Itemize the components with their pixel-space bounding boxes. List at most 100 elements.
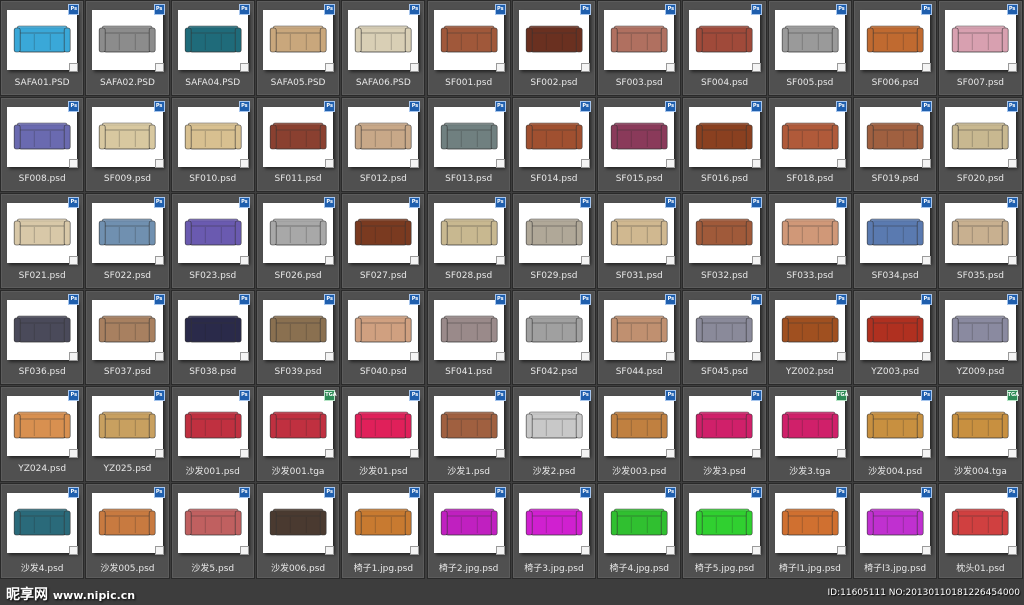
select-checkbox[interactable]: [495, 62, 505, 72]
file-thumbnail[interactable]: Ps SF039.psd: [255, 289, 341, 386]
select-checkbox[interactable]: [922, 159, 932, 169]
select-checkbox[interactable]: [922, 62, 932, 72]
file-thumbnail[interactable]: Ps 椅子4.jpg.psd: [597, 483, 682, 579]
file-thumbnail[interactable]: Ps YZ024.psd: [0, 386, 85, 482]
select-checkbox[interactable]: [751, 255, 761, 265]
file-thumbnail[interactable]: Ps YZ003.psd: [853, 289, 938, 386]
file-thumbnail[interactable]: Ps 沙发004.psd: [853, 386, 938, 482]
select-checkbox[interactable]: [69, 448, 79, 458]
select-checkbox[interactable]: [239, 62, 249, 72]
file-thumbnail[interactable]: Ps 沙发006.psd: [255, 483, 341, 579]
file-thumbnail[interactable]: Ps SF036.psd: [0, 289, 85, 386]
select-checkbox[interactable]: [581, 255, 591, 265]
select-checkbox[interactable]: [239, 255, 249, 265]
file-thumbnail[interactable]: Ps SF007.psd: [938, 0, 1023, 96]
file-thumbnail[interactable]: Ps SF040.psd: [341, 289, 426, 386]
select-checkbox[interactable]: [325, 159, 335, 169]
file-thumbnail[interactable]: Ps SF019.psd: [853, 96, 938, 193]
file-thumbnail[interactable]: Ps SF031.psd: [597, 193, 682, 289]
select-checkbox[interactable]: [1007, 255, 1017, 265]
select-checkbox[interactable]: [495, 545, 505, 555]
file-thumbnail[interactable]: Ps SF028.psd: [426, 193, 511, 289]
file-thumbnail[interactable]: TGA 沙发3.tga: [767, 386, 852, 482]
select-checkbox[interactable]: [922, 545, 932, 555]
select-checkbox[interactable]: [69, 62, 79, 72]
select-checkbox[interactable]: [581, 352, 591, 362]
select-checkbox[interactable]: [836, 255, 846, 265]
file-thumbnail[interactable]: Ps SF021.psd: [0, 193, 85, 289]
file-thumbnail[interactable]: Ps 沙发2.psd: [511, 386, 597, 482]
file-thumbnail[interactable]: Ps SF027.psd: [341, 193, 426, 289]
select-checkbox[interactable]: [581, 545, 591, 555]
file-thumbnail[interactable]: Ps 沙发1.psd: [426, 386, 511, 482]
select-checkbox[interactable]: [325, 62, 335, 72]
select-checkbox[interactable]: [325, 448, 335, 458]
select-checkbox[interactable]: [495, 255, 505, 265]
file-thumbnail[interactable]: Ps SF012.psd: [341, 96, 426, 193]
file-thumbnail[interactable]: Ps SF023.psd: [170, 193, 255, 289]
select-checkbox[interactable]: [1007, 62, 1017, 72]
file-thumbnail[interactable]: Ps 椅子5.jpg.psd: [682, 483, 767, 579]
select-checkbox[interactable]: [239, 352, 249, 362]
select-checkbox[interactable]: [666, 255, 676, 265]
file-thumbnail[interactable]: Ps SF041.psd: [426, 289, 511, 386]
file-thumbnail[interactable]: Ps SF033.psd: [767, 193, 852, 289]
select-checkbox[interactable]: [751, 545, 761, 555]
file-thumbnail[interactable]: Ps 椅子l1.jpg.psd: [767, 483, 852, 579]
select-checkbox[interactable]: [751, 352, 761, 362]
select-checkbox[interactable]: [666, 62, 676, 72]
file-thumbnail[interactable]: Ps 沙发4.psd: [0, 483, 85, 579]
file-thumbnail[interactable]: Ps SF045.psd: [682, 289, 767, 386]
file-thumbnail[interactable]: Ps SF022.psd: [85, 193, 170, 289]
file-thumbnail[interactable]: Ps SF037.psd: [85, 289, 170, 386]
select-checkbox[interactable]: [325, 352, 335, 362]
select-checkbox[interactable]: [495, 448, 505, 458]
file-thumbnail[interactable]: Ps SF009.psd: [85, 96, 170, 193]
select-checkbox[interactable]: [239, 448, 249, 458]
select-checkbox[interactable]: [325, 545, 335, 555]
file-thumbnail[interactable]: TGA 沙发004.tga: [938, 386, 1023, 482]
file-thumbnail[interactable]: Ps SF002.psd: [511, 0, 597, 96]
file-thumbnail[interactable]: Ps SF015.psd: [597, 96, 682, 193]
file-thumbnail[interactable]: Ps YZ009.psd: [938, 289, 1023, 386]
file-thumbnail[interactable]: Ps SF020.psd: [938, 96, 1023, 193]
file-thumbnail[interactable]: Ps SAFA02.PSD: [85, 0, 170, 96]
file-thumbnail[interactable]: Ps SF006.psd: [853, 0, 938, 96]
select-checkbox[interactable]: [1007, 448, 1017, 458]
select-checkbox[interactable]: [69, 352, 79, 362]
select-checkbox[interactable]: [154, 62, 164, 72]
select-checkbox[interactable]: [581, 448, 591, 458]
select-checkbox[interactable]: [836, 159, 846, 169]
select-checkbox[interactable]: [581, 159, 591, 169]
file-thumbnail[interactable]: Ps 沙发3.psd: [682, 386, 767, 482]
file-thumbnail[interactable]: Ps SAFA05.PSD: [255, 0, 341, 96]
select-checkbox[interactable]: [69, 255, 79, 265]
select-checkbox[interactable]: [1007, 352, 1017, 362]
select-checkbox[interactable]: [836, 545, 846, 555]
file-thumbnail[interactable]: Ps 椅子2.jpg.psd: [426, 483, 511, 579]
select-checkbox[interactable]: [666, 448, 676, 458]
select-checkbox[interactable]: [154, 159, 164, 169]
file-thumbnail[interactable]: Ps SF044.psd: [597, 289, 682, 386]
file-thumbnail[interactable]: Ps SF026.psd: [255, 193, 341, 289]
file-thumbnail[interactable]: Ps SAFA06.PSD: [341, 0, 426, 96]
file-thumbnail[interactable]: Ps SF004.psd: [682, 0, 767, 96]
file-thumbnail[interactable]: Ps SF018.psd: [767, 96, 852, 193]
file-thumbnail[interactable]: Ps 沙发005.psd: [85, 483, 170, 579]
file-thumbnail[interactable]: Ps SF042.psd: [511, 289, 597, 386]
file-thumbnail[interactable]: Ps SF035.psd: [938, 193, 1023, 289]
file-thumbnail[interactable]: Ps 沙发003.psd: [597, 386, 682, 482]
file-thumbnail[interactable]: Ps SF001.psd: [426, 0, 511, 96]
select-checkbox[interactable]: [410, 62, 420, 72]
file-thumbnail[interactable]: Ps 沙发5.psd: [170, 483, 255, 579]
select-checkbox[interactable]: [239, 159, 249, 169]
select-checkbox[interactable]: [751, 62, 761, 72]
select-checkbox[interactable]: [922, 352, 932, 362]
file-thumbnail[interactable]: Ps 椅子1.jpg.psd: [341, 483, 426, 579]
file-thumbnail[interactable]: Ps YZ025.psd: [85, 386, 170, 482]
select-checkbox[interactable]: [581, 62, 591, 72]
file-thumbnail[interactable]: Ps SAFA04.PSD: [170, 0, 255, 96]
file-thumbnail[interactable]: Ps SF014.psd: [511, 96, 597, 193]
file-thumbnail[interactable]: Ps SAFA01.PSD: [0, 0, 85, 96]
select-checkbox[interactable]: [836, 352, 846, 362]
